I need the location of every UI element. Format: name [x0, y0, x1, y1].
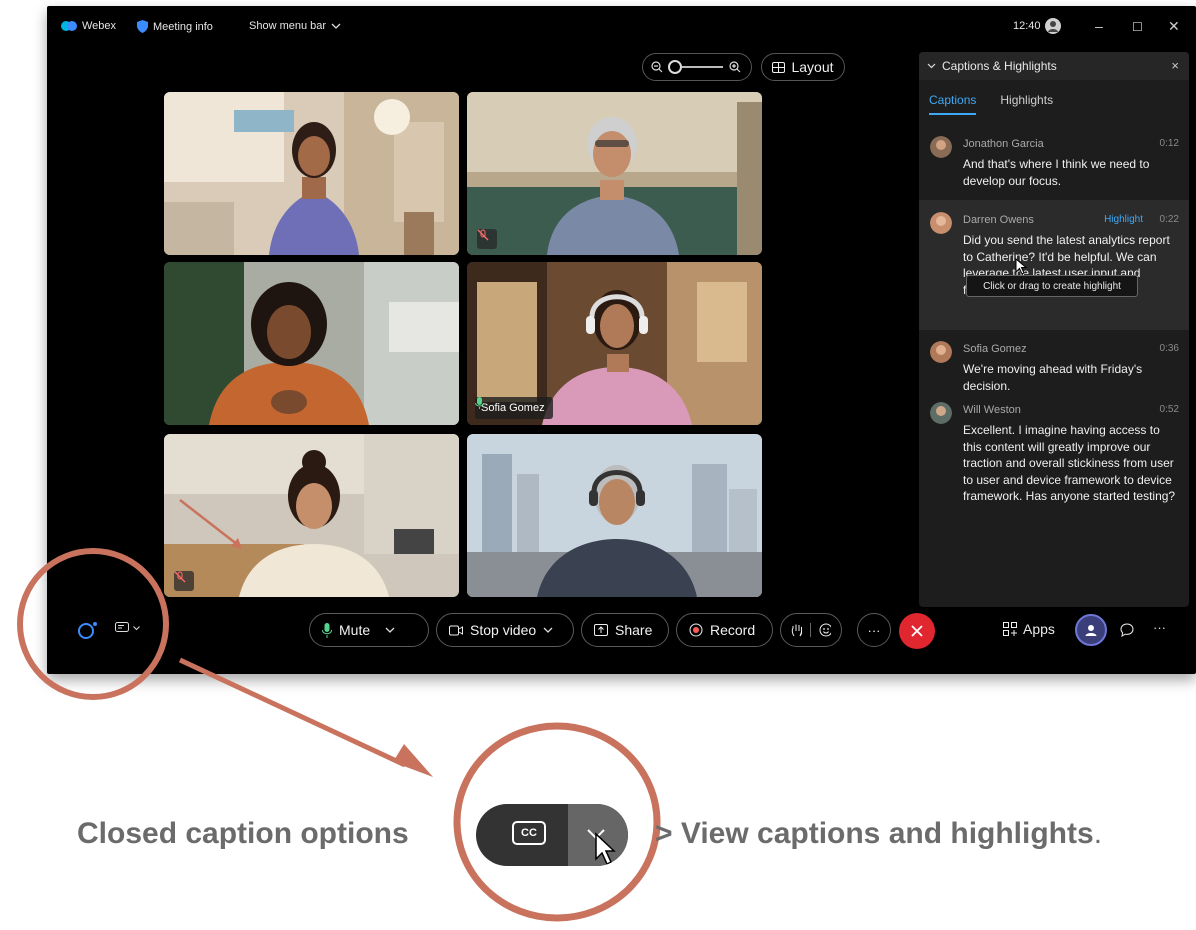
highlight-circle-large [453, 722, 661, 922]
screenshot-stage: Webex Meeting info Show menu bar 12:40 –… [0, 0, 1196, 930]
pointer-arrow [179, 499, 239, 546]
sentence-period: . [1093, 817, 1103, 850]
annotation-arrow-head [393, 744, 433, 777]
annotation-arrow-line [178, 657, 407, 768]
highlight-circle-small [17, 548, 169, 700]
view-captions-text: > View captions and highlights. [655, 817, 1102, 851]
view-captions-label: > View captions and highlights [655, 817, 1094, 850]
closed-caption-options-text: Closed caption options [77, 817, 409, 850]
